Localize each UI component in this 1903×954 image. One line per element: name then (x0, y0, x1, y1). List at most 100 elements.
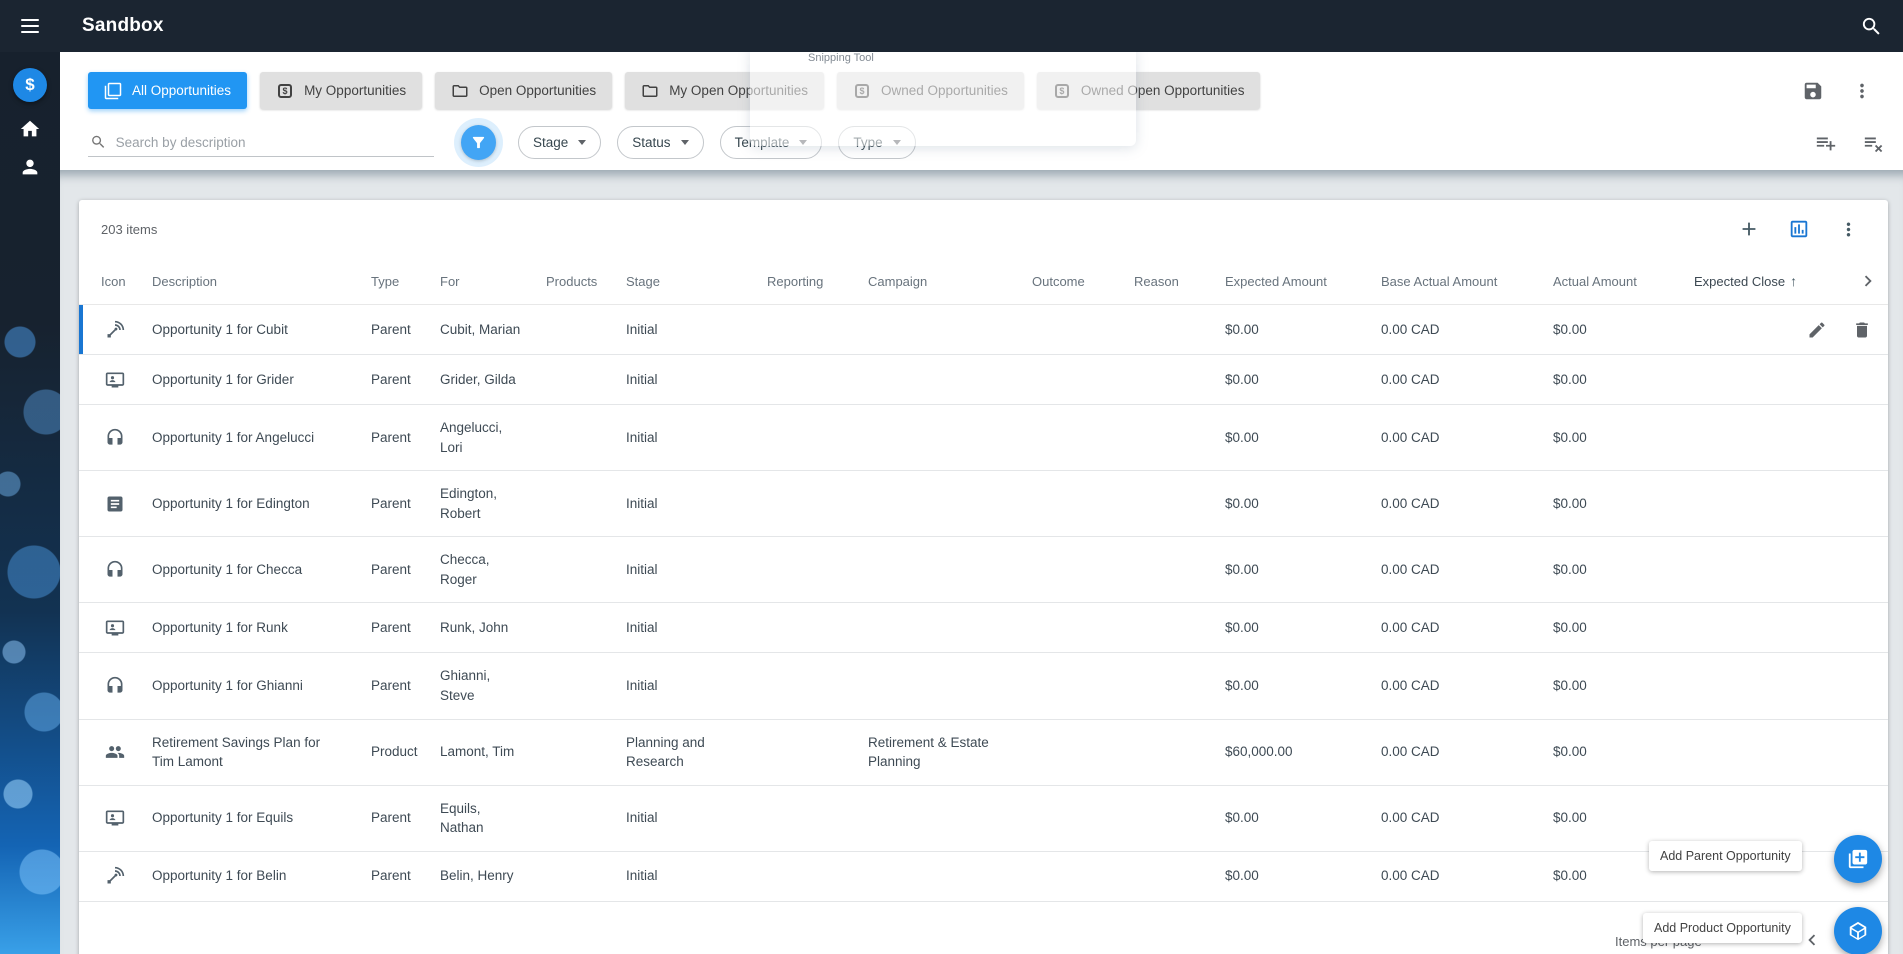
table-row[interactable]: Opportunity 1 for Belin Parent Belin, He… (79, 851, 1888, 902)
filter-dropdown-stage[interactable]: Stage (518, 126, 602, 159)
more-options-icon[interactable] (1851, 80, 1873, 102)
content-area: 203 items Icon Description Type For Prod… (60, 170, 1903, 954)
items-count: 203 items (101, 221, 158, 237)
row-for: Angelucci, Lori (440, 420, 503, 455)
row-base-actual-amount: 0.00 CAD (1381, 678, 1440, 694)
chevron-left-icon[interactable] (1801, 929, 1823, 951)
table-row[interactable]: Retirement Savings Plan for Tim Lamont P… (79, 719, 1888, 786)
row-description: Opportunity 1 for Checca (152, 562, 303, 578)
row-type: Parent (371, 562, 411, 578)
row-stage: Initial (626, 495, 658, 511)
table-row[interactable]: Opportunity 1 for Angelucci Parent Angel… (79, 405, 1888, 472)
chevron-down-icon (680, 140, 689, 145)
table-row[interactable]: Opportunity 1 for Grider Parent Grider, … (79, 355, 1888, 405)
column-header-products[interactable]: Products (546, 274, 626, 289)
view-button-my-open-opportunities[interactable]: My Open Opportunities (625, 72, 825, 109)
column-header-actual-amount[interactable]: Actual Amount (1553, 274, 1694, 289)
row-type: Product (371, 744, 418, 760)
table-row[interactable]: Opportunity 1 for Edington Parent Edingt… (79, 471, 1888, 538)
add-product-opportunity-tooltip: Add Product Opportunity (1643, 913, 1802, 943)
filter-dropdown-type[interactable]: Type (838, 126, 916, 159)
column-header-expected-close[interactable]: Expected Close ↑ (1694, 273, 1848, 289)
column-header-for[interactable]: For (440, 274, 546, 289)
column-header-reporting[interactable]: Reporting (767, 274, 868, 289)
view-button-my-opportunities[interactable]: $ My Opportunities (260, 72, 423, 109)
row-stage: Initial (626, 868, 658, 884)
article-icon (105, 494, 125, 514)
view-button-all-opportunities[interactable]: All Opportunities (88, 72, 248, 109)
view-button-open-opportunities[interactable]: Open Opportunities (435, 72, 613, 109)
column-header-stage[interactable]: Stage (626, 274, 767, 289)
monitor-icon (105, 808, 125, 828)
add-parent-opportunity-button[interactable] (1834, 835, 1882, 883)
add-product-opportunity-button[interactable] (1834, 907, 1882, 954)
row-expected-amount: $0.00 (1225, 321, 1259, 337)
chart-view-icon[interactable] (1788, 218, 1810, 240)
row-actual-amount: $0.00 (1553, 810, 1587, 826)
save-view-icon[interactable] (1802, 80, 1824, 102)
monitor-icon (105, 618, 125, 638)
delete-icon[interactable] (1852, 320, 1872, 340)
table-row[interactable]: Opportunity 1 for Equils Parent Equils, … (79, 785, 1888, 852)
row-description: Opportunity 1 for Cubit (152, 321, 288, 337)
filter-dropdown-template[interactable]: Template (719, 126, 823, 159)
row-actions (1807, 320, 1872, 340)
filter-dropdown-status[interactable]: Status (617, 126, 704, 159)
add-item-icon[interactable] (1738, 218, 1760, 240)
chevron-right-icon[interactable] (1857, 270, 1879, 292)
row-base-actual-amount: 0.00 CAD (1381, 429, 1440, 445)
row-description: Opportunity 1 for Grider (152, 371, 294, 387)
search-input[interactable] (115, 134, 432, 150)
edit-icon[interactable] (1807, 320, 1827, 340)
row-for: Runk, John (440, 620, 509, 636)
filter-button[interactable] (461, 125, 496, 160)
row-base-actual-amount: 0.00 CAD (1381, 620, 1440, 636)
toolbar-zone: All Opportunities $ My Opportunities Open O… (60, 52, 1903, 176)
row-type: Parent (371, 495, 411, 511)
clear-filter-rules-icon[interactable] (1863, 132, 1885, 154)
search-icon[interactable] (1860, 15, 1883, 38)
row-for: Grider, Gilda (440, 371, 516, 387)
column-header-campaign[interactable]: Campaign (868, 274, 1032, 289)
row-type: Parent (371, 321, 411, 337)
row-expected-amount: $0.00 (1225, 810, 1259, 826)
row-for: Cubit, Marian (440, 321, 521, 337)
column-header-outcome[interactable]: Outcome (1032, 274, 1134, 289)
row-expected-amount: $0.00 (1225, 429, 1259, 445)
table-options-icon[interactable] (1838, 219, 1859, 240)
row-stage: Initial (626, 810, 658, 826)
main-area: All Opportunities $ My Opportunities Open O… (60, 52, 1903, 954)
toolbar-right (1802, 80, 1873, 102)
view-button-label: All Opportunities (132, 83, 232, 98)
column-header-base-actual-amount[interactable]: Base Actual Amount (1381, 274, 1553, 289)
view-button-label: My Opportunities (304, 83, 407, 98)
home-icon[interactable] (19, 118, 41, 140)
row-base-actual-amount: 0.00 CAD (1381, 562, 1440, 578)
chevron-down-icon (578, 140, 587, 145)
chevron-down-icon (799, 140, 808, 145)
chip-label: Status (632, 135, 671, 150)
satellite-icon (105, 866, 125, 886)
table-row[interactable]: Opportunity 1 for Ghianni Parent Ghianni… (79, 653, 1888, 720)
search-by-description-field[interactable] (88, 128, 434, 157)
column-header-reason[interactable]: Reason (1134, 274, 1225, 289)
column-header-icon[interactable]: Icon (101, 274, 152, 289)
opportunities-dollar-button[interactable]: $ (13, 68, 47, 102)
dollar-square-icon: $ (276, 82, 294, 100)
table-row[interactable]: Opportunity 1 for Checca Parent Checca, … (79, 537, 1888, 604)
table-row[interactable]: Opportunity 1 for Runk Parent Runk, John… (79, 603, 1888, 654)
table-body: Opportunity 1 for Cubit Parent Cubit, Ma… (79, 305, 1888, 902)
add-filter-rule-icon[interactable] (1815, 132, 1837, 154)
column-header-expected-amount[interactable]: Expected Amount (1225, 274, 1381, 289)
dollar-square-icon: $ (1053, 82, 1071, 100)
row-description: Opportunity 1 for Belin (152, 868, 287, 884)
menu-icon[interactable] (0, 19, 60, 33)
table-row[interactable]: Opportunity 1 for Cubit Parent Cubit, Ma… (79, 305, 1888, 355)
contact-person-icon[interactable] (19, 156, 41, 178)
view-button-owned-opportunities[interactable]: $ Owned Opportunities (837, 72, 1024, 109)
column-header-description[interactable]: Description (152, 274, 371, 289)
row-actual-amount: $0.00 (1553, 321, 1587, 337)
row-for: Lamont, Tim (440, 744, 515, 760)
column-header-type[interactable]: Type (371, 274, 440, 289)
view-button-owned-open-opportunities[interactable]: $ Owned Open Opportunities (1036, 72, 1261, 109)
